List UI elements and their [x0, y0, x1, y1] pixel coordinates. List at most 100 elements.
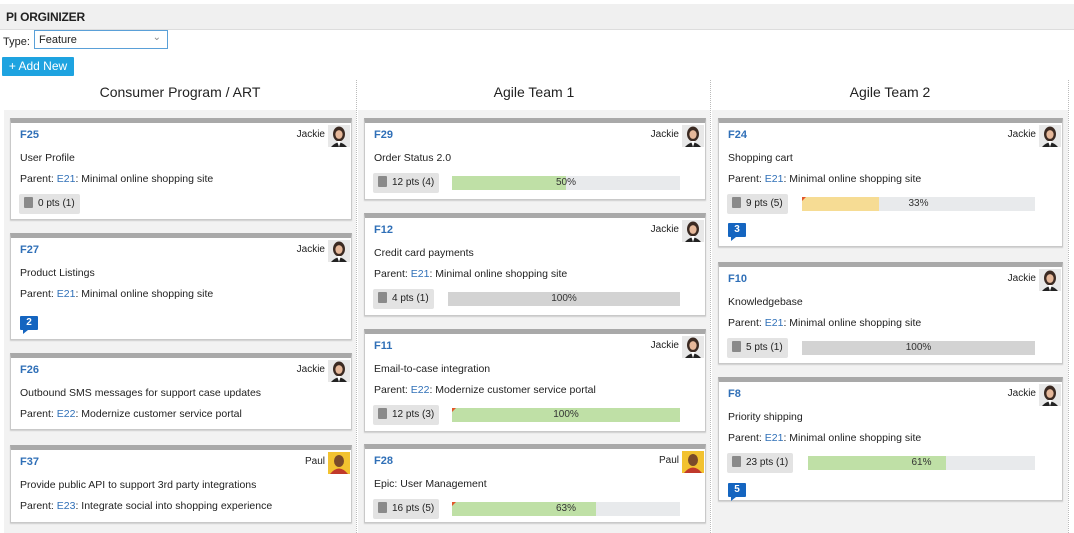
column-header-art: Consumer Program / ART — [99, 84, 261, 100]
progress-bar: 100% — [448, 292, 680, 306]
comment-count-icon[interactable]: 3 — [728, 223, 746, 241]
app-header: PI ORGINIZER — [0, 4, 1074, 30]
progress-label: 61% — [911, 457, 932, 468]
owner-name: Jackie — [1007, 129, 1036, 140]
feature-card[interactable]: F8 Jackie Priority shipping Parent: E21: Mi… — [718, 377, 1063, 501]
avatar — [328, 452, 350, 474]
parent-epic-link[interactable]: E22 — [57, 408, 76, 420]
parent-epic-name: : Minimal online shopping site — [783, 432, 922, 444]
avatar — [682, 220, 704, 242]
points-label: 12 pts (3) — [392, 409, 435, 420]
parent-epic-name: : Minimal online shopping site — [75, 288, 214, 300]
points-badge: 0 pts (1) — [19, 194, 80, 214]
feature-id-link[interactable]: F25 — [20, 129, 39, 141]
points-label: 0 pts (1) — [38, 198, 75, 209]
progress-bar: 100% — [452, 408, 680, 422]
feature-card[interactable]: F27 Jackie Product Listings Parent: E21: Mi… — [10, 233, 352, 340]
parent-epic-name: : Integrate social into shopping experie… — [75, 500, 273, 512]
column-divider — [710, 80, 711, 533]
parent-epic-link[interactable]: E22 — [411, 384, 430, 396]
avatar — [1039, 125, 1061, 147]
parent-epic: Parent: E21: Minimal online shopping sit… — [728, 317, 921, 329]
owner-name: Jackie — [1007, 273, 1036, 284]
feature-title: Epic: User Management — [374, 478, 487, 490]
parent-epic-link[interactable]: E21 — [57, 288, 76, 300]
parent-epic-link[interactable]: E23 — [57, 500, 76, 512]
owner-name: Jackie — [296, 244, 325, 255]
progress-label: 50% — [555, 177, 576, 188]
feature-id-link[interactable]: F37 — [20, 456, 39, 468]
feature-card[interactable]: F37 Paul Provide public API to support 3rd… — [10, 445, 352, 523]
book-icon — [378, 292, 387, 303]
feature-card[interactable]: F25 Jackie User Profile Parent: E21: Minima… — [10, 118, 352, 220]
book-icon — [378, 176, 387, 187]
feature-id-link[interactable]: F8 — [728, 388, 741, 400]
avatar — [682, 125, 704, 147]
column-divider — [1068, 80, 1069, 533]
feature-id-link[interactable]: F28 — [374, 455, 393, 467]
page-title: PI ORGINIZER — [6, 10, 85, 24]
progress-bar: 61% — [808, 456, 1035, 470]
owner-name: Jackie — [650, 129, 679, 140]
column-header-team-1: Agile Team 1 — [493, 84, 575, 100]
feature-title: Priority shipping — [728, 411, 803, 423]
type-select-value: Feature — [39, 34, 77, 46]
parent-epic: Parent: E21: Minimal online shopping sit… — [728, 432, 921, 444]
parent-epic-name: : Minimal online shopping site — [783, 317, 922, 329]
parent-epic-name: : Minimal online shopping site — [75, 173, 214, 185]
feature-card[interactable]: F11 Jackie Email-to-case integration Parent… — [364, 329, 706, 432]
type-select[interactable]: Feature ⌄ — [34, 30, 168, 49]
feature-title: User Profile — [20, 152, 75, 164]
avatar — [1039, 269, 1061, 291]
points-label: 16 pts (5) — [392, 503, 435, 514]
parent-epic-link[interactable]: E21 — [411, 268, 430, 280]
feature-card[interactable]: F26 Jackie Outbound SMS messages for suppo… — [10, 353, 352, 430]
column-divider — [356, 80, 357, 533]
feature-card[interactable]: F12 Jackie Credit card payments Parent: E21… — [364, 213, 706, 316]
feature-card[interactable]: F10 Jackie Knowledgebase Parent: E21: Minim… — [718, 262, 1063, 364]
feature-id-link[interactable]: F27 — [20, 244, 39, 256]
feature-card[interactable]: F29 Jackie Order Status 2.0 12 pts (4) 50% — [364, 118, 706, 200]
feature-card[interactable]: F28 Paul Epic: User Management 16 pts (5) 63… — [364, 444, 706, 523]
book-icon — [732, 456, 741, 467]
feature-title: Shopping cart — [728, 152, 793, 164]
feature-title: Outbound SMS messages for support case u… — [20, 387, 262, 399]
feature-card[interactable]: F24 Jackie Shopping cart Parent: E21: Minim… — [718, 118, 1063, 247]
points-label: 23 pts (1) — [746, 457, 789, 468]
feature-id-link[interactable]: F24 — [728, 129, 747, 141]
parent-label: Parent: — [374, 384, 408, 396]
parent-epic-link[interactable]: E21 — [765, 173, 784, 185]
parent-label: Parent: — [728, 432, 762, 444]
progress-bar: 63% — [452, 502, 680, 516]
progress-label: 63% — [555, 503, 576, 514]
comment-count-icon[interactable]: 5 — [728, 483, 746, 501]
owner-name: Paul — [658, 455, 679, 466]
feature-id-link[interactable]: F26 — [20, 364, 39, 376]
comment-count-icon[interactable]: 2 — [20, 316, 38, 334]
avatar — [682, 451, 704, 473]
points-badge: 23 pts (1) — [727, 453, 794, 473]
progress-bar: 33% — [802, 197, 1035, 211]
feature-title: Provide public API to support 3rd party … — [20, 479, 257, 491]
parent-epic-name: : Modernize customer service portal — [429, 384, 596, 396]
feature-id-link[interactable]: F12 — [374, 224, 393, 236]
feature-id-link[interactable]: F11 — [374, 340, 392, 352]
parent-epic-name: : Minimal online shopping site — [783, 173, 922, 185]
feature-id-link[interactable]: F10 — [728, 273, 747, 285]
feature-id-link[interactable]: F29 — [374, 129, 393, 141]
points-badge: 12 pts (4) — [373, 173, 440, 193]
parent-epic-link[interactable]: E21 — [765, 317, 784, 329]
feature-title: Product Listings — [20, 267, 95, 279]
feature-title: Knowledgebase — [728, 296, 803, 308]
parent-label: Parent: — [728, 317, 762, 329]
owner-name: Paul — [304, 456, 325, 467]
parent-label: Parent: — [728, 173, 762, 185]
points-label: 9 pts (5) — [746, 198, 783, 209]
feature-title: Credit card payments — [374, 247, 474, 259]
parent-epic-link[interactable]: E21 — [57, 173, 76, 185]
owner-name: Jackie — [296, 364, 325, 375]
add-new-button[interactable]: + Add New — [2, 57, 74, 76]
parent-epic-link[interactable]: E21 — [765, 432, 784, 444]
book-icon — [378, 408, 387, 419]
parent-epic: Parent: E22: Modernize customer service … — [374, 384, 596, 396]
